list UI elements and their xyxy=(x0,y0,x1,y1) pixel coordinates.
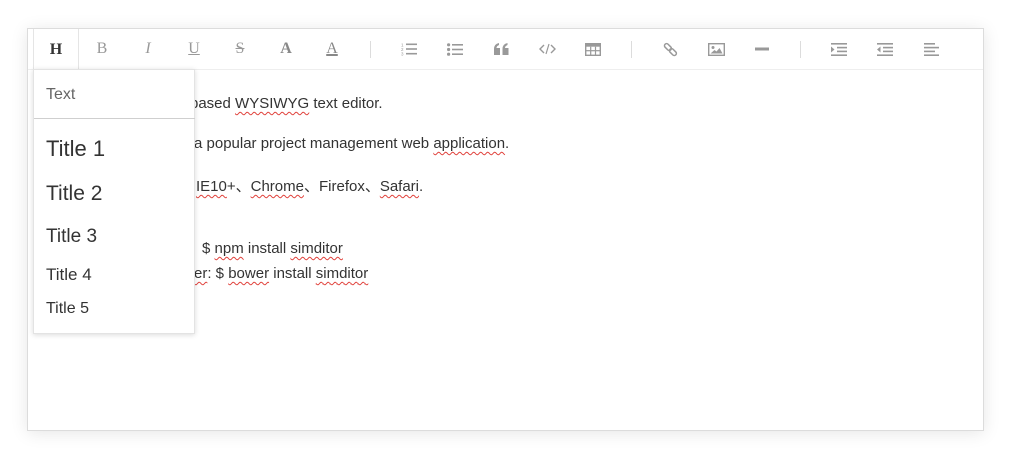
underline-button[interactable]: U xyxy=(171,29,217,69)
toolbar-separator xyxy=(631,41,632,58)
code-button[interactable] xyxy=(524,29,570,69)
indent-button[interactable] xyxy=(816,29,862,69)
image-button[interactable] xyxy=(693,29,739,69)
paragraph[interactable]: IE10+、Chrome、Firefox、Safari. xyxy=(196,175,423,196)
ordered-list-icon: 1 2 3 xyxy=(401,43,417,57)
table-icon xyxy=(585,42,601,56)
align-left-button[interactable] xyxy=(908,29,954,69)
font-color-icon: A xyxy=(280,40,292,57)
toolbar-separator xyxy=(370,41,371,58)
dropdown-item-title-3[interactable]: Title 3 xyxy=(46,226,97,248)
strikethrough-button[interactable]: S xyxy=(217,29,263,69)
editor: H B I U S A A 1 2 3 -based WYSIWYG text … xyxy=(27,28,984,431)
outdent-button[interactable] xyxy=(862,29,908,69)
horizontal-rule-button[interactable] xyxy=(739,29,785,69)
svg-text:3: 3 xyxy=(401,52,404,57)
title-icon: H xyxy=(49,40,63,58)
table-button[interactable] xyxy=(570,29,616,69)
image-icon xyxy=(707,42,725,56)
code-icon xyxy=(538,43,556,55)
background-color-button[interactable]: A xyxy=(309,29,355,69)
underline-icon: U xyxy=(188,40,200,57)
dropdown-item-title-1[interactable]: Title 1 xyxy=(46,136,105,162)
dropdown-item-text[interactable]: Text xyxy=(46,86,75,104)
bold-icon: B xyxy=(96,40,108,57)
toolbar-separator xyxy=(800,41,801,58)
list-item[interactable]: $ npm install simditor xyxy=(202,240,343,257)
unordered-list-button[interactable] xyxy=(432,29,478,69)
bold-button[interactable]: B xyxy=(79,29,125,69)
italic-button[interactable]: I xyxy=(125,29,171,69)
dropdown-item-title-4[interactable]: Title 4 xyxy=(46,265,92,285)
dropdown-item-title-2[interactable]: Title 2 xyxy=(46,182,102,206)
dropdown-divider xyxy=(34,118,195,119)
title-dropdown-menu: Text Title 1 Title 2 Title 3 Title 4 Tit… xyxy=(33,69,195,334)
unordered-list-icon xyxy=(447,42,463,56)
blockquote-icon xyxy=(493,43,508,55)
italic-icon: I xyxy=(145,40,151,57)
ordered-list-button[interactable]: 1 2 3 xyxy=(386,29,432,69)
link-icon xyxy=(663,42,677,56)
font-color-button[interactable]: A xyxy=(263,29,309,69)
paragraph[interactable]: a popular project management web applica… xyxy=(194,135,509,152)
paragraph[interactable]: -based WYSIWYG text editor. xyxy=(185,95,383,112)
title-button[interactable]: H xyxy=(33,29,79,70)
blockquote-button[interactable] xyxy=(478,29,524,69)
dropdown-item-title-5[interactable]: Title 5 xyxy=(46,300,89,318)
link-button[interactable] xyxy=(647,29,693,69)
align-left-icon xyxy=(923,42,939,56)
background-color-icon: A xyxy=(326,40,338,57)
list-item[interactable]: er: $ bower install simditor xyxy=(194,265,368,282)
toolbar: H B I U S A A 1 2 3 xyxy=(28,29,983,70)
horizontal-rule-icon xyxy=(755,47,769,51)
strikethrough-icon: S xyxy=(235,40,245,57)
indent-icon xyxy=(831,42,847,56)
outdent-icon xyxy=(877,42,893,56)
